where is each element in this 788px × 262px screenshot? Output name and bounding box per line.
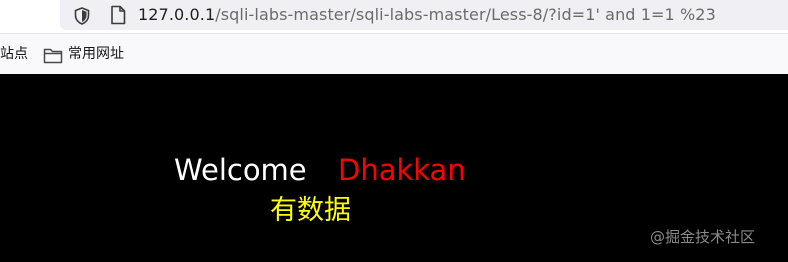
url-text[interactable]: 127.0.0.1/sqli-labs-master/sqli-labs-mas… <box>138 5 716 25</box>
user-name: Dhakkan <box>338 153 466 187</box>
url-path: /sqli-labs-master/sqli-labs-master/Less-… <box>215 5 716 24</box>
query-result-status: 有数据 <box>270 195 351 226</box>
bookmark-item-partial[interactable]: 站点 <box>0 46 28 62</box>
watermark: @掘金技术社区 <box>650 228 756 246</box>
folder-icon[interactable] <box>43 47 63 64</box>
address-bar: 127.0.0.1/sqli-labs-master/sqli-labs-mas… <box>0 0 788 34</box>
page-content: Welcome Dhakkan 有数据 @掘金技术社区 <box>0 74 788 262</box>
bookmark-folder-label[interactable]: 常用网址 <box>68 46 124 62</box>
page-icon[interactable] <box>110 5 126 25</box>
url-host: 127.0.0.1 <box>138 5 216 24</box>
bookmarks-toolbar: 站点 常用网址 <box>0 34 788 74</box>
shield-icon[interactable] <box>74 7 90 25</box>
welcome-text: Welcome <box>174 153 307 187</box>
